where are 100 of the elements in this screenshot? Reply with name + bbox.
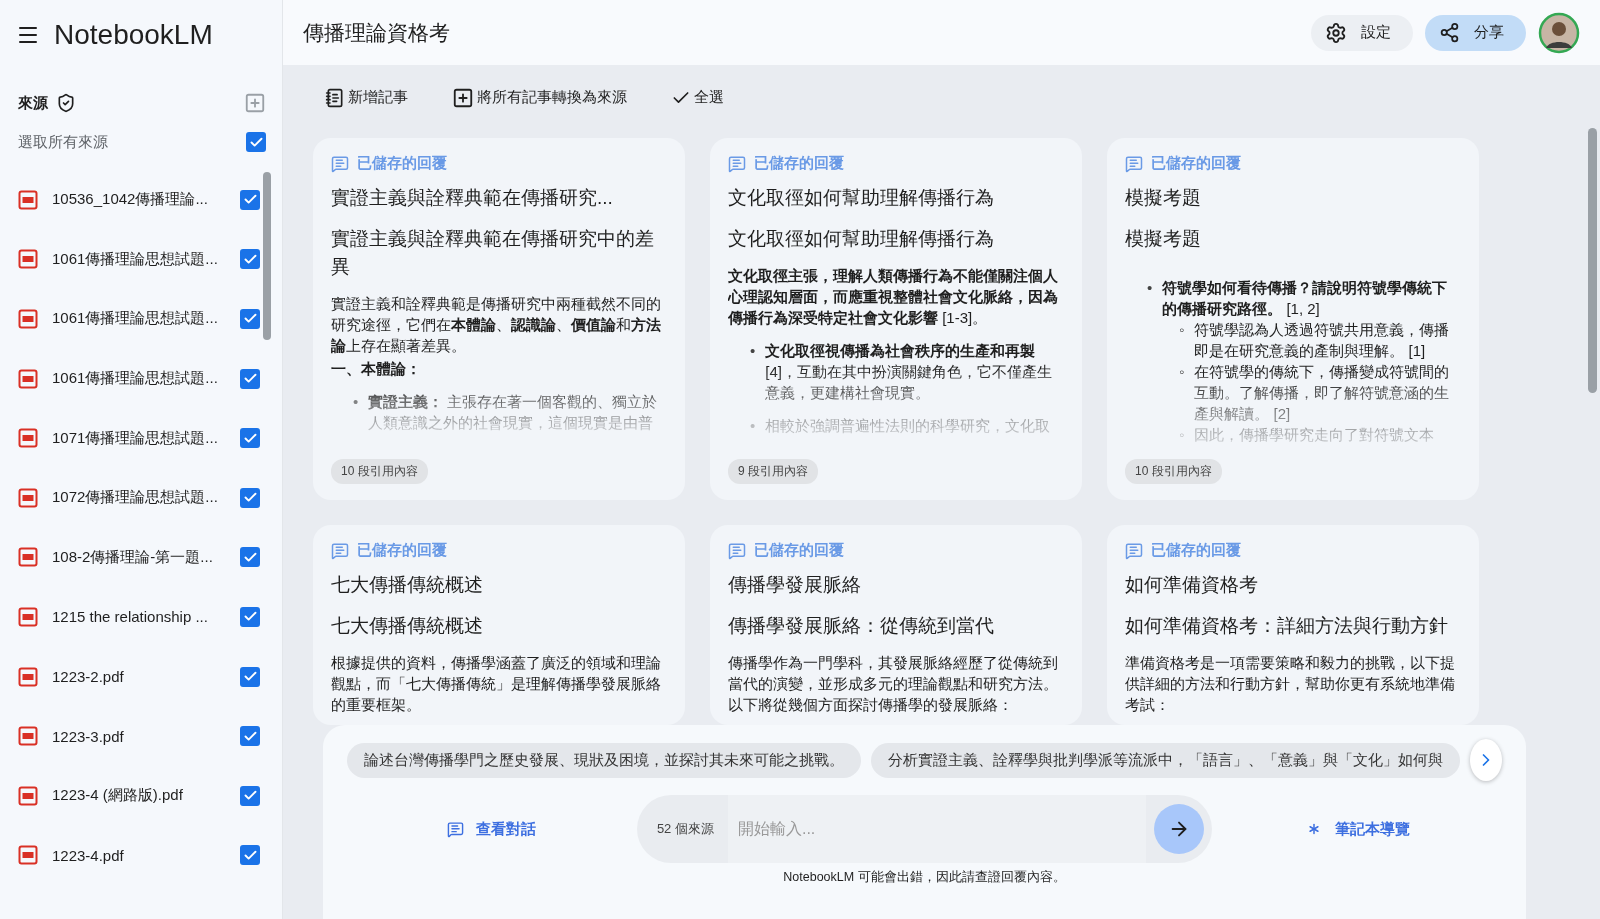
share-icon [1439, 22, 1460, 43]
citation-count[interactable]: 9 段引用內容 [728, 459, 818, 484]
list-item: 符號學認為人透過符號共用意義，傳播即是在研究意義的產制與理解。 [1] [1194, 320, 1451, 361]
bullet-marker: • [1147, 278, 1153, 298]
checkbox[interactable] [240, 309, 260, 329]
avatar[interactable] [1538, 11, 1580, 54]
note-card[interactable]: 已儲存的回覆 七大傳播傳統概述 七大傳播傳統概述 根據提供的資料，傳播學涵蓋了廣泛的領域和理論觀點，而「七大傳播傳統」是理解傳播學發展脈絡的重要框架。 [313, 525, 685, 725]
checkbox[interactable] [240, 606, 260, 627]
pdf-file-icon [18, 428, 38, 449]
source-name[interactable]: 1061傳播理論思想試題... [52, 369, 226, 389]
pdf-file-icon [18, 606, 38, 627]
note-card[interactable]: 已儲存的回覆 文化取徑如何幫助理解傳播行為 文化取徑如何幫助理解傳播行為 文化取徑主張，理解人類傳播行為不能僅關注個人心理認知層面，而應重視整體社會文化脈絡，因為傳播行為深受特定社會文化影響 [1-3]。 • 文化取徑視傳播為社會秩序的生產和再製 [4]，互動在其中扮演關鍵角色，它不僅產生意義，更建構社會現實。 • 相較於強調普遍性法則的科學研究，文化取 9 段引用內容 [710, 138, 1082, 500]
note-heading: 七大傳播傳統概述 [331, 614, 484, 638]
note-paragraph: 實證主義和詮釋典範是傳播研究中兩種截然不同的研究途徑，它們在本體論、認識論、價值論和方法論上存在顯著差異。 [331, 294, 662, 356]
note-title: 實證主義與詮釋典範在傳播研究... [331, 186, 614, 210]
toolbar-button[interactable]: 將所有記事轉換為來源 [452, 85, 627, 110]
list-item: 相較於強調普遍性法則的科學研究，文化取 [765, 416, 1052, 436]
note-paragraph: 傳播學作為一門學科，其發展脈絡經歷了從傳統到當代的演變，並形成多元的理論觀點和研究方法。以下將從幾個方面探討傳播學的發展脈絡： [728, 653, 1059, 715]
note-card[interactable]: 已儲存的回覆 模擬考題 模擬考題 • 符號學如何看待傳播？請說明符號學傳統下的傳播研究路徑。 [1, 2] ◦ 符號學認為人透過符號共用意義，傳播即是在研究意義的產制與理解。 [1] ◦ 在符號學的傳統下，傳播變成符號間的互動。了解傳播，即了解符號意涵的生產與解讀。 [2] ◦ 因此，傳播學研究走向了對符號文本 10 段引用內容 [1107, 138, 1479, 500]
select-all-label: 選取所有來源 [18, 132, 109, 152]
note-subheading: 一、本體論： [331, 359, 422, 379]
suggestion-chip[interactable]: 分析實證主義、詮釋學與批判學派等流派中，「語言」、「意義」與「文化」如何與 [871, 742, 1460, 778]
add-box-icon [452, 86, 474, 109]
saved-response-label: 已儲存的回覆 [357, 154, 447, 173]
bullet-marker: ◦ [1179, 425, 1185, 445]
checkbox[interactable] [246, 132, 266, 152]
pdf-file-icon [18, 309, 38, 329]
source-name[interactable]: 1061傳播理論思想試題... [52, 249, 226, 269]
checkbox[interactable] [240, 666, 260, 687]
checkbox[interactable] [240, 726, 260, 747]
saved-response-label: 已儲存的回覆 [754, 154, 844, 173]
list-item: 實證主義： 主張存在著一個客觀的、獨立於人類意識之外的社會現實，這個現實是由普 [368, 392, 659, 433]
note-paragraph: 文化取徑主張，理解人類傳播行為不能僅關注個人心理認知層面，而應重視整體社會文化脈絡，因為傳播行為深受特定社會文化影響 [1-3]。 [728, 266, 1059, 328]
note-icon [728, 541, 746, 560]
checkbox[interactable] [240, 845, 260, 866]
citation-count[interactable]: 10 段引用內容 [331, 459, 428, 484]
sources-heading: 來源 [18, 93, 48, 113]
pdf-file-icon [18, 845, 38, 866]
app-logo: NotebookLM [54, 19, 213, 51]
bullet-marker: ◦ [1179, 362, 1185, 382]
view-chat-button[interactable]: 查看對話 [347, 818, 637, 840]
chat-icon [447, 820, 465, 838]
source-name[interactable]: 1223-3.pdf [52, 727, 226, 745]
source-name[interactable]: 10536_1042傳播理論... [52, 190, 226, 210]
settings-icon [1325, 21, 1347, 44]
checkbox[interactable] [240, 189, 260, 210]
note-card[interactable]: 已儲存的回覆 如何準備資格考 如何準備資格考：詳細方法與行動方針 準備資格考是一項需要策略和毅力的挑戰，以下提供詳細的方法和行動方針，幫助你更有系統地準備考試： [1107, 525, 1479, 725]
note-paragraph: 準備資格考是一項需要策略和毅力的挑戰，以下提供詳細的方法和行動方針，幫助你更有系統地準備考試： [1125, 653, 1456, 715]
notebook-title: 傳播理論資格考 [303, 19, 451, 46]
note-icon [728, 154, 746, 173]
note-icon [1125, 154, 1143, 173]
source-name[interactable]: 1223-2.pdf [52, 668, 226, 686]
note-icon [1125, 541, 1143, 560]
checkbox[interactable] [240, 547, 260, 568]
list-item: 符號學如何看待傳播？請說明符號學傳統下的傳播研究路徑。 [1, 2] [1162, 278, 1449, 319]
note-paragraph: 根據提供的資料，傳播學涵蓋了廣泛的領域和理論觀點，而「七大傳播傳統」是理解傳播學發展脈絡的重要框架。 [331, 653, 662, 715]
chat-input[interactable]: 52 個來源 開始輸入... [636, 795, 1213, 863]
toolbar-button[interactable]: 新增記事 [325, 85, 408, 110]
bullet-marker: • [353, 392, 359, 412]
bullet-marker: ◦ [1179, 320, 1185, 340]
note-heading: 如何準備資格考：詳細方法與行動方針 [1125, 614, 1449, 638]
note-heading: 模擬考題 [1125, 227, 1202, 251]
source-name[interactable]: 1061傳播理論思想試題... [52, 309, 226, 329]
note-icon [331, 154, 349, 173]
list-item: 因此，傳播學研究走向了對符號文本 [1194, 425, 1436, 445]
checkbox[interactable] [240, 487, 260, 508]
share-button[interactable]: 分享 [1425, 14, 1526, 51]
notebook-guide-button[interactable]: 筆記本導覽 [1212, 818, 1502, 840]
checkbox[interactable] [240, 249, 260, 270]
note-card[interactable]: 已儲存的回覆 實證主義與詮釋典範在傳播研究... 實證主義與詮釋典範在傳播研究中的差異 實證主義和詮釋典範是傳播研究中兩種截然不同的研究途徑，它們在本體論、認識論、價值論和方法論上存在顯著差異。 一、本體論： • 實證主義： 主張存在著一個客觀的、獨立於人類意識之外的社會現實，這個現實是由普 10 段引用內容 [313, 138, 685, 500]
source-name[interactable]: 1072傳播理論思想試題... [52, 488, 226, 508]
checkbox[interactable] [240, 428, 260, 449]
send-button[interactable] [1154, 804, 1205, 854]
note-icon [325, 87, 345, 108]
list-item: 在符號學的傳統下，傳播變成符號間的互動。了解傳播，即了解符號意涵的生產與解讀。 [2] [1194, 362, 1451, 424]
bullet-marker: • [750, 416, 756, 436]
source-name[interactable]: 1223-4 (網路版).pdf [52, 786, 226, 806]
scrollbar-thumb[interactable] [263, 172, 271, 340]
checkbox[interactable] [240, 785, 260, 806]
citation-count[interactable]: 10 段引用內容 [1125, 459, 1222, 484]
source-name[interactable]: 1223-4.pdf [52, 846, 226, 864]
source-name[interactable]: 1215 the relationship ... [52, 608, 226, 626]
disclaimer: NotebookLM 可能會出錯，因此請查證回覆內容。 [782, 869, 1067, 886]
list-item: 文化取徑視傳播為社會秩序的生產和再製 [4]，互動在其中扮演關鍵角色，它不僅產生意義，更建構社會現實。 [765, 341, 1053, 403]
pdf-file-icon [18, 368, 38, 389]
pdf-file-icon [18, 487, 38, 508]
saved-response-label: 已儲存的回覆 [357, 541, 447, 560]
pdf-file-icon [18, 726, 38, 747]
note-card[interactable]: 已儲存的回覆 傳播學發展脈絡 傳播學發展脈絡：從傳統到當代 傳播學作為一門學科，其發展脈絡經歷了從傳統到當代的演變，並形成多元的理論觀點和研究方法。以下將從幾個方面探討傳播學的發展脈絡： [710, 525, 1082, 725]
note-icon [331, 541, 349, 560]
source-name[interactable]: 108-2傳播理論-第一題... [52, 547, 226, 567]
saved-response-label: 已儲存的回覆 [754, 541, 844, 560]
scrollbar-thumb[interactable] [1588, 128, 1597, 393]
suggestion-chip[interactable]: 論述台灣傳播學門之歷史發展、現狀及困境，並探討其未來可能之挑戰。 [347, 742, 861, 778]
toolbar-button[interactable]: 全選 [671, 85, 724, 110]
source-name[interactable]: 1071傳播理論思想試題... [52, 428, 226, 448]
add-source-icon[interactable] [244, 92, 266, 114]
settings-button[interactable]: 設定 [1311, 14, 1413, 51]
pdf-file-icon [18, 189, 38, 210]
checkbox[interactable] [240, 368, 260, 389]
